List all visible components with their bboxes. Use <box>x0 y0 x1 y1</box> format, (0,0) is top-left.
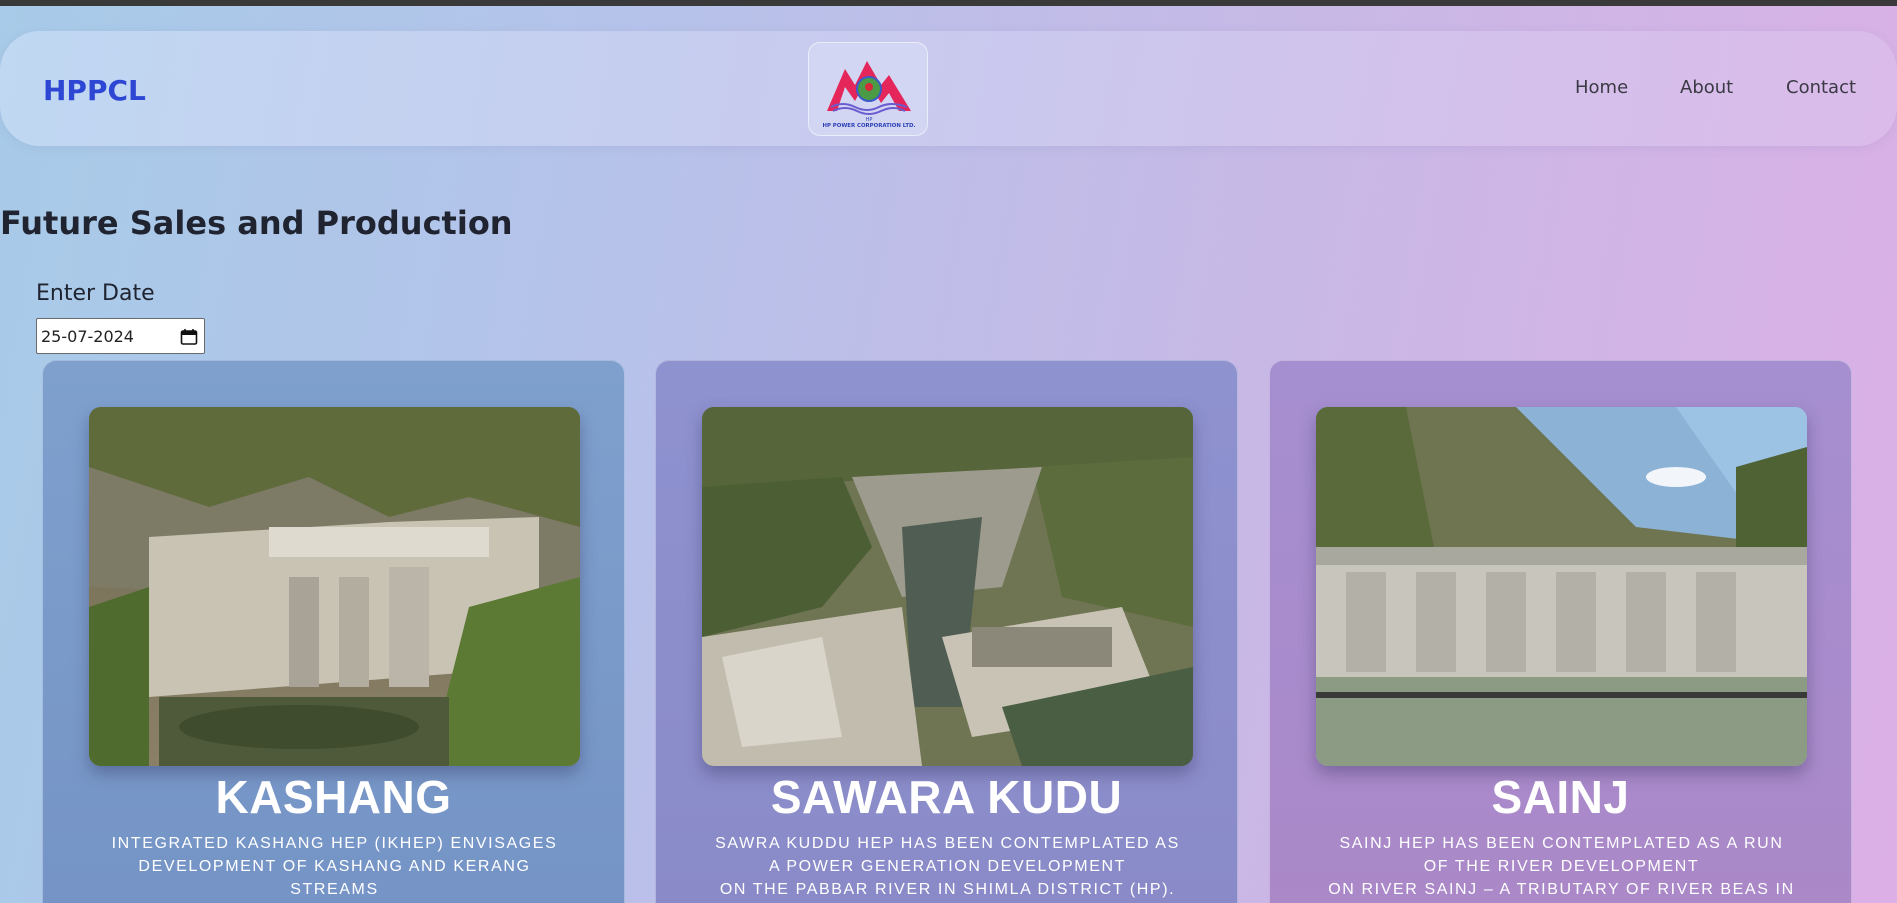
project-card-sainj[interactable]: SAINJ SAINJ HEP HAS BEEN CONTEMPLATED AS… <box>1269 360 1852 903</box>
description-line: SAINJ HEP HAS BEEN CONTEMPLATED AS A RUN <box>1339 835 1784 852</box>
project-title: SAWARA KUDU <box>770 771 1123 823</box>
project-description: SAWRA KUDDU HEP HAS BEEN CONTEMPLATED AS… <box>676 832 1219 901</box>
description-line: SAWRA KUDDU HEP HAS BEEN CONTEMPLATED AS <box>715 835 1180 852</box>
sainj-dam-image <box>1316 407 1807 766</box>
date-label: Enter Date <box>36 281 155 306</box>
description-line: ON THE PABBAR RIVER IN SHIMLA DISTRICT (… <box>719 881 1176 898</box>
nav-home-link[interactable]: Home <box>1575 77 1628 98</box>
nav-about-link[interactable]: About <box>1680 77 1733 98</box>
project-description: INTEGRATED KASHANG HEP (IKHEP) ENVISAGES… <box>63 832 606 901</box>
calendar-icon[interactable] <box>180 328 198 346</box>
sawara-kudu-dam-image <box>702 407 1193 766</box>
logo-caption: HP POWER CORPORATION LTD. <box>822 123 915 129</box>
navbar: HPPCL HP HP POWER CORPORATION LTD. Home … <box>0 31 1897 146</box>
project-description: SAINJ HEP HAS BEEN CONTEMPLATED AS A RUN… <box>1290 832 1833 901</box>
project-title: KASHANG <box>215 771 452 823</box>
description-line: STREAMS <box>290 881 379 898</box>
description-line: INTEGRATED KASHANG HEP (IKHEP) ENVISAGES <box>111 835 558 852</box>
hppcl-logo-icon: HP HP POWER CORPORATION LTD. <box>822 61 916 129</box>
description-line: DEVELOPMENT OF KASHANG AND KERANG <box>138 858 531 875</box>
description-line: A POWER GENERATION DEVELOPMENT <box>768 858 1127 875</box>
browser-top-edge <box>0 0 1897 6</box>
project-card-sawara-kudu[interactable]: SAWARA KUDU SAWRA KUDDU HEP HAS BEEN CON… <box>655 360 1238 903</box>
kashang-dam-image <box>89 407 580 766</box>
nav-contact-link[interactable]: Contact <box>1786 77 1856 98</box>
project-card-kashang[interactable]: KASHANG INTEGRATED KASHANG HEP (IKHEP) E… <box>42 360 625 903</box>
description-line: OF THE RIVER DEVELOPMENT <box>1423 858 1700 875</box>
hppcl-logo[interactable]: HP HP POWER CORPORATION LTD. <box>808 42 928 136</box>
page-title: Future Sales and Production <box>0 204 513 242</box>
project-title: SAINJ <box>1491 771 1630 823</box>
date-input[interactable]: 25-07-2024 <box>36 318 205 354</box>
brand-logo-text[interactable]: HPPCL <box>43 74 146 107</box>
description-line: ON RIVER SAINJ – A TRIBUTARY OF RIVER BE… <box>1328 881 1795 898</box>
date-value: 25-07-2024 <box>41 327 134 346</box>
